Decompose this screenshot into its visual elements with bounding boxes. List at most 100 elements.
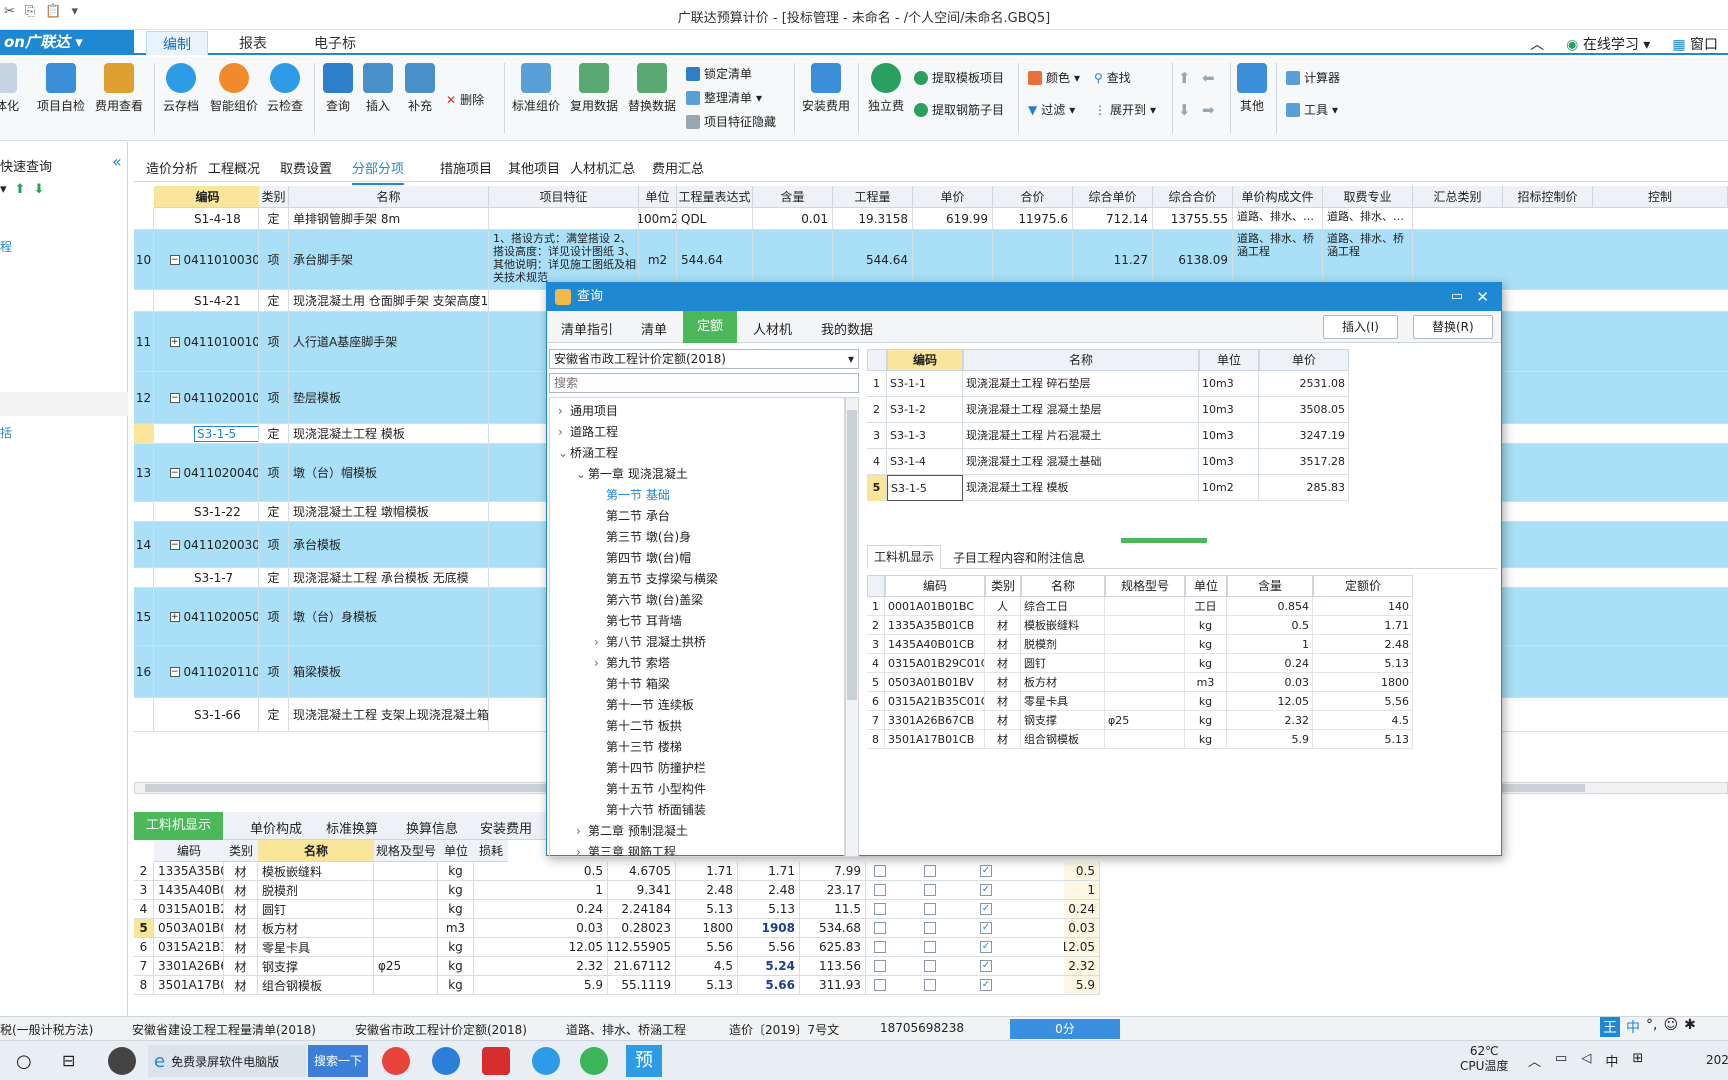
cloud-check-button[interactable]: 云检查 bbox=[262, 63, 308, 114]
extract-rebar-button[interactable]: 提取钢筋子目 bbox=[914, 101, 1004, 118]
bottom-cell-name[interactable]: 零星卡具 bbox=[258, 938, 374, 956]
doc-tab[interactable]: 人材机汇总 bbox=[570, 158, 635, 177]
checkbox[interactable]: ✓ bbox=[980, 903, 992, 915]
menu-tab-edit[interactable]: 编制 bbox=[146, 31, 208, 55]
bottom-cell-name[interactable]: 组合钢模板 bbox=[258, 976, 374, 994]
doc-tab[interactable]: 措施项目 bbox=[440, 158, 492, 177]
tree-node[interactable]: › 第二章 预制混凝土 bbox=[576, 822, 688, 839]
move-right-icon[interactable]: ➡ bbox=[1202, 101, 1215, 119]
app-icon[interactable] bbox=[580, 1047, 608, 1075]
resource-column-header[interactable]: 含量 bbox=[1227, 575, 1313, 597]
scroll-thumb[interactable] bbox=[847, 410, 857, 700]
tree-node[interactable]: 第十二节 板拱 bbox=[594, 717, 682, 734]
bottom-table-row[interactable]: 2 1335A35B0… 材模板嵌缝料 kg 0.5 4.6705 1.71 1.71 7.99… bbox=[134, 862, 1100, 881]
resource-row[interactable]: 8 3501A17B01CB 材 组合钢模板 kg 5.9 5.13 bbox=[867, 730, 1413, 749]
grid-cell-code[interactable]: +041102005001 bbox=[154, 588, 259, 645]
grid-cell-code[interactable]: −041102011001 bbox=[154, 646, 259, 697]
grid-cell-code[interactable]: −041102001001 bbox=[154, 372, 259, 423]
hide-feature-button[interactable]: 项目特征隐藏 bbox=[686, 113, 776, 130]
grid-column-header[interactable]: 编码 bbox=[154, 186, 262, 208]
splitter-handle[interactable] bbox=[1121, 538, 1207, 543]
resource-row[interactable]: 2 1335A35B01CB 材 模板嵌缝料 kg 0.5 1.71 bbox=[867, 616, 1413, 635]
tree-node[interactable]: 第一节 基础 bbox=[594, 486, 670, 503]
quota-cell-name[interactable]: 现浇混凝土工程 混凝土垫层 bbox=[963, 397, 1199, 423]
resource-column-header[interactable]: 类别 bbox=[985, 575, 1021, 597]
collapse-icon[interactable]: − bbox=[170, 392, 180, 403]
grid-column-header[interactable]: 汇总类别 bbox=[1413, 186, 1503, 208]
checkbox[interactable]: ✓ bbox=[980, 865, 992, 877]
chevron-right-icon[interactable]: › bbox=[576, 824, 588, 838]
tab-list-guide[interactable]: 清单指引 bbox=[561, 319, 613, 338]
app-logo[interactable]: on广联达 ▾ bbox=[0, 30, 134, 55]
quota-row[interactable]: 4 S3-1-4 现浇混凝土工程 混凝土基础 10m3 3517.28 bbox=[867, 449, 1349, 475]
search-button[interactable]: 搜索一下 bbox=[308, 1045, 368, 1077]
chevron-right-icon[interactable]: › bbox=[594, 635, 606, 649]
extract-template-button[interactable]: 提取模板项目 bbox=[914, 69, 1004, 86]
grid-cell-code[interactable]: S1-4-21 bbox=[154, 290, 259, 311]
bottom-table-row[interactable]: 5 0503A01B0… 材板方材 m3 0.03 0.28023 1800 1908 534.… bbox=[134, 919, 1100, 938]
grid-cell-code[interactable]: S3-1-66 bbox=[154, 698, 259, 731]
system-tray[interactable]: ︿ ▭ ◁ 中 ⊞ bbox=[1528, 1051, 1643, 1070]
taskbar-browser[interactable]: e 免费录屏软件电脑版 bbox=[148, 1045, 306, 1077]
grid-cell-name[interactable]: 现浇混凝土用 仓面脚手架 支架高度1.5m bbox=[289, 290, 489, 311]
status-score-badge[interactable]: 0分 bbox=[1010, 1019, 1120, 1039]
replace-data-button[interactable]: 替换数据 bbox=[624, 63, 680, 114]
checkbox[interactable] bbox=[924, 884, 936, 896]
ie-icon[interactable] bbox=[532, 1047, 560, 1075]
grid-column-header[interactable]: 单位 bbox=[639, 186, 677, 208]
resource-column-header[interactable]: 定额价 bbox=[1313, 575, 1413, 597]
checkbox[interactable] bbox=[874, 960, 886, 972]
bottom-cell-name[interactable]: 模板嵌缝料 bbox=[258, 862, 374, 880]
expand-icon[interactable]: + bbox=[170, 611, 180, 622]
tree-node[interactable]: 第二节 承台 bbox=[594, 507, 670, 524]
bottom-column-header[interactable]: 编码 bbox=[154, 840, 224, 862]
tree-node[interactable]: › 第三章 钢筋工程 bbox=[576, 843, 676, 856]
checkbox[interactable] bbox=[874, 941, 886, 953]
search-input[interactable] bbox=[549, 373, 859, 393]
app-icon[interactable] bbox=[432, 1047, 460, 1075]
tree-node[interactable]: 第四节 墩(台)帽 bbox=[594, 549, 691, 566]
doc-tab[interactable]: 分部分项 bbox=[352, 158, 405, 185]
tree-scrollbar[interactable] bbox=[845, 397, 859, 857]
grid-column-header[interactable]: 取费专业 bbox=[1323, 186, 1413, 208]
dialog-title-bar[interactable]: 查询 ▭ ✕ bbox=[547, 283, 1501, 311]
bottom-column-header[interactable]: 单位 bbox=[438, 840, 474, 862]
collapse-icon[interactable]: − bbox=[170, 666, 180, 677]
resource-row[interactable]: 7 3301A26B67CB 材 钢支撑 φ25 kg 2.32 4.5 bbox=[867, 711, 1413, 730]
dropdown-icon[interactable]: ▾ bbox=[0, 182, 7, 197]
replace-button[interactable]: 替换(R) bbox=[1413, 315, 1493, 339]
tree-node[interactable]: › 第八节 混凝土拱桥 bbox=[594, 633, 706, 650]
chevron-right-icon[interactable]: › bbox=[558, 425, 570, 439]
checkbox[interactable] bbox=[874, 979, 886, 991]
grid-cell-code[interactable]: −041102003001 bbox=[154, 522, 259, 567]
quota-column-header[interactable]: 名称 bbox=[963, 349, 1199, 371]
bottom-column-header[interactable]: 损耗 bbox=[474, 840, 508, 862]
gbq-app-icon[interactable]: 预 bbox=[626, 1045, 662, 1077]
checkbox[interactable] bbox=[874, 903, 886, 915]
cloud-archive-button[interactable]: 云存档 bbox=[158, 63, 204, 114]
bottom-cell-name[interactable]: 钢支撑 bbox=[258, 957, 374, 975]
expand-icon[interactable]: + bbox=[170, 336, 180, 347]
find-button[interactable]: ⚲ 查找 bbox=[1094, 69, 1131, 86]
quota-column-header[interactable]: 单价 bbox=[1259, 349, 1349, 371]
tree-item[interactable]: 程 bbox=[0, 238, 12, 255]
bottom-table-row[interactable]: 4 0315A01B2… 材圆钉 kg 0.24 2.24184 5.13 5.13 11.5 0… bbox=[134, 900, 1100, 919]
checkbox[interactable] bbox=[874, 865, 886, 877]
grid-column-header[interactable]: 项目特征 bbox=[489, 186, 639, 208]
grid-column-header[interactable]: 招标控制价 bbox=[1503, 186, 1593, 208]
arrow-up-icon[interactable]: ⬆ bbox=[15, 182, 26, 197]
quota-row[interactable]: 5 S3-1-5 现浇混凝土工程 模板 10m2 285.83 bbox=[867, 475, 1349, 501]
checkbox[interactable] bbox=[874, 884, 886, 896]
grid-column-header[interactable]: 综合单价 bbox=[1073, 186, 1153, 208]
quota-row[interactable]: 1 S3-1-1 现浇混凝土工程 碎石垫层 10m3 2531.08 bbox=[867, 371, 1349, 397]
checkbox[interactable]: ✓ bbox=[980, 960, 992, 972]
resource-column-header[interactable]: 规格型号 bbox=[1105, 575, 1185, 597]
menu-tab-report[interactable]: 报表 bbox=[239, 33, 267, 53]
app-icon[interactable] bbox=[482, 1047, 510, 1075]
smart-pricing-button[interactable]: 智能组价 bbox=[206, 63, 262, 114]
tree-node[interactable]: › 道路工程 bbox=[558, 423, 618, 440]
grid-column-header[interactable]: 综合合价 bbox=[1153, 186, 1233, 208]
bottom-tab[interactable]: 安装费用 bbox=[480, 818, 532, 837]
resource-row[interactable]: 3 1435A40B01CB 材 脱模剂 kg 1 2.48 bbox=[867, 635, 1413, 654]
quota-cell-code[interactable]: S3-1-1 bbox=[887, 371, 963, 397]
